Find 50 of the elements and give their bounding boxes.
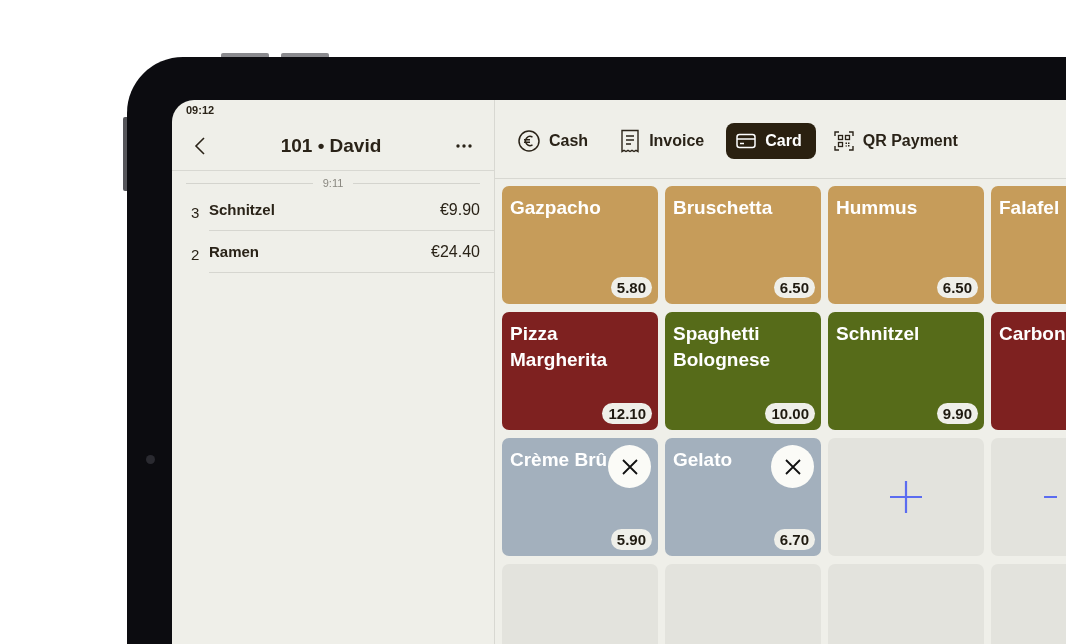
time-divider: 9:11: [322, 177, 344, 189]
menu-item-name: Carbon: [999, 322, 1066, 346]
menu-item-name: Bruschetta: [673, 196, 773, 220]
menu-item-name: Falafel: [999, 196, 1060, 220]
menu-item-price: 10.00: [765, 403, 815, 424]
item-name: Schnitzel: [209, 201, 275, 218]
menu-item-price: 9.90: [936, 403, 978, 424]
menu-item-price: 5.80: [610, 277, 652, 298]
menu-item-price: 6.70: [773, 529, 815, 550]
menu-item-tile[interactable]: Crème Brû 5.90: [502, 438, 658, 556]
quantity: 3: [191, 203, 201, 223]
order-title: 101 • David: [280, 134, 382, 157]
menu-item-name: Pizza Margherita: [510, 322, 609, 372]
receipt-icon: [620, 129, 641, 153]
menu-item-tile[interactable]: Hummus 6.50: [828, 186, 984, 304]
menu-item-price: 6.50: [773, 277, 815, 298]
qr-code-icon: [833, 131, 854, 151]
menu-item-tile[interactable]: Carbon: [991, 312, 1066, 430]
quantity: 2: [191, 245, 201, 265]
remove-button[interactable]: [608, 445, 651, 488]
menu-item-price: 5.90: [610, 529, 652, 550]
card-icon: [736, 133, 757, 149]
close-icon: [620, 457, 639, 476]
payment-tab[interactable]: QR Payment: [823, 123, 972, 159]
payment-tab[interactable]: Invoice: [610, 123, 719, 159]
menu-item-tile[interactable]: Schnitzel 9.90: [828, 312, 984, 430]
menu-item-name: Schnitzel: [836, 322, 920, 346]
menu-item-name: Gelato: [673, 448, 733, 472]
menu-item-tile[interactable]: Spaghetti Bolognese 10.00: [665, 312, 821, 430]
remove-button[interactable]: [771, 445, 814, 488]
camera-icon: [146, 455, 155, 464]
euro-icon: [518, 130, 540, 152]
menu-item-tile[interactable]: Gelato 6.70: [665, 438, 821, 556]
more-button[interactable]: [454, 141, 474, 150]
menu-item-name: Hummus: [836, 196, 918, 220]
menu-item-price: 6.50: [936, 277, 978, 298]
close-icon: [783, 457, 802, 476]
menu-item-name: Crème Brû: [510, 448, 608, 472]
menu-item-name: Gazpacho: [510, 196, 601, 220]
menu-item-tile[interactable]: Bruschetta 6.50: [665, 186, 821, 304]
menu-item-price: 12.10: [602, 403, 652, 424]
menu-item-tile[interactable]: Gazpacho 5.80: [502, 186, 658, 304]
item-price: €24.40: [431, 242, 480, 261]
status-time: 09:12: [185, 103, 215, 116]
item-price: €9.90: [439, 200, 480, 219]
menu-item-tile[interactable]: Pizza Margherita 12.10: [502, 312, 658, 430]
menu-item-name: Spaghetti Bolognese: [673, 322, 772, 372]
payment-tab[interactable]: Cash: [508, 123, 603, 159]
item-name: Ramen: [209, 243, 260, 260]
payment-tab[interactable]: Card: [726, 123, 816, 159]
